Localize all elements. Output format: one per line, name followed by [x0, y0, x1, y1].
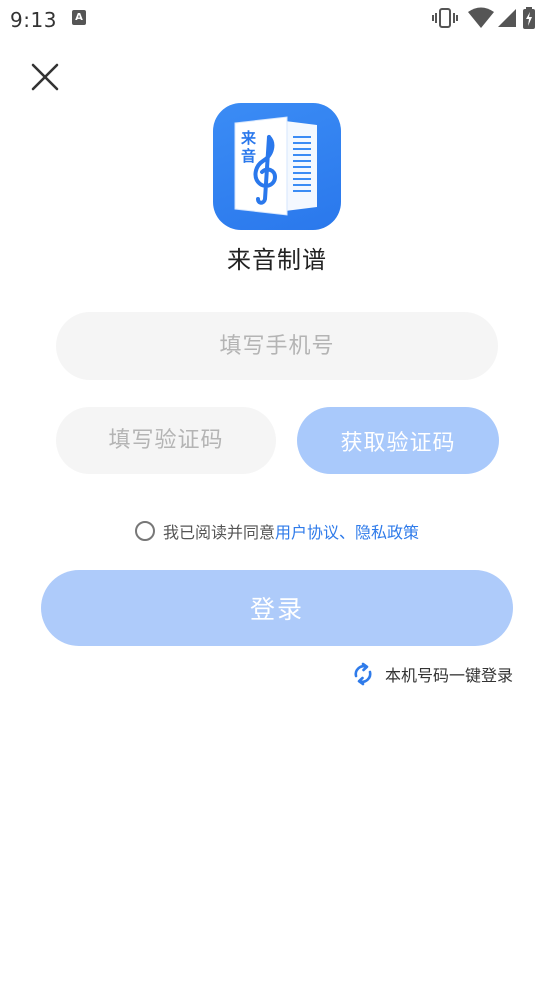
wifi-icon	[468, 7, 494, 28]
verification-code-input[interactable]	[56, 407, 276, 474]
close-button[interactable]	[28, 60, 62, 94]
app-logo: 来音	[213, 103, 341, 230]
privacy-policy-link[interactable]: 隐私政策	[355, 519, 419, 543]
agreement-separator: 、	[339, 523, 356, 542]
app-name: 来音制谱	[227, 246, 327, 274]
music-score-logo-icon	[234, 116, 317, 216]
switch-arrows-icon	[354, 662, 372, 686]
notification-a-icon: A	[72, 10, 86, 25]
one-key-login-label: 本机号码一键登录	[384, 666, 513, 685]
logo-text: 来音	[241, 129, 257, 165]
phone-input[interactable]	[56, 312, 498, 380]
one-key-login-button[interactable]: 本机号码一键登录	[351, 662, 513, 688]
vibrate-icon	[432, 8, 458, 28]
agreement-row: 我已阅读并同意用户协议、隐私政策	[0, 519, 554, 543]
status-time: 9:13	[10, 8, 57, 32]
agreement-text: 我已阅读并同意	[162, 523, 275, 542]
user-agreement-link[interactable]: 用户协议	[275, 519, 339, 543]
battery-charging-icon	[523, 7, 535, 29]
signal-icon	[498, 9, 516, 27]
agreement-radio[interactable]	[134, 521, 155, 541]
get-code-button[interactable]: 获取验证码	[297, 407, 499, 474]
login-screen: 9:13 A 来音 来音制谱 填写手机号 填写验证码 获取验证码 我已阅读并同意…	[0, 0, 554, 984]
status-bar: 9:13 A	[0, 0, 554, 38]
close-icon	[31, 63, 59, 91]
login-button[interactable]: 登录	[41, 570, 513, 646]
status-icons	[432, 7, 542, 29]
